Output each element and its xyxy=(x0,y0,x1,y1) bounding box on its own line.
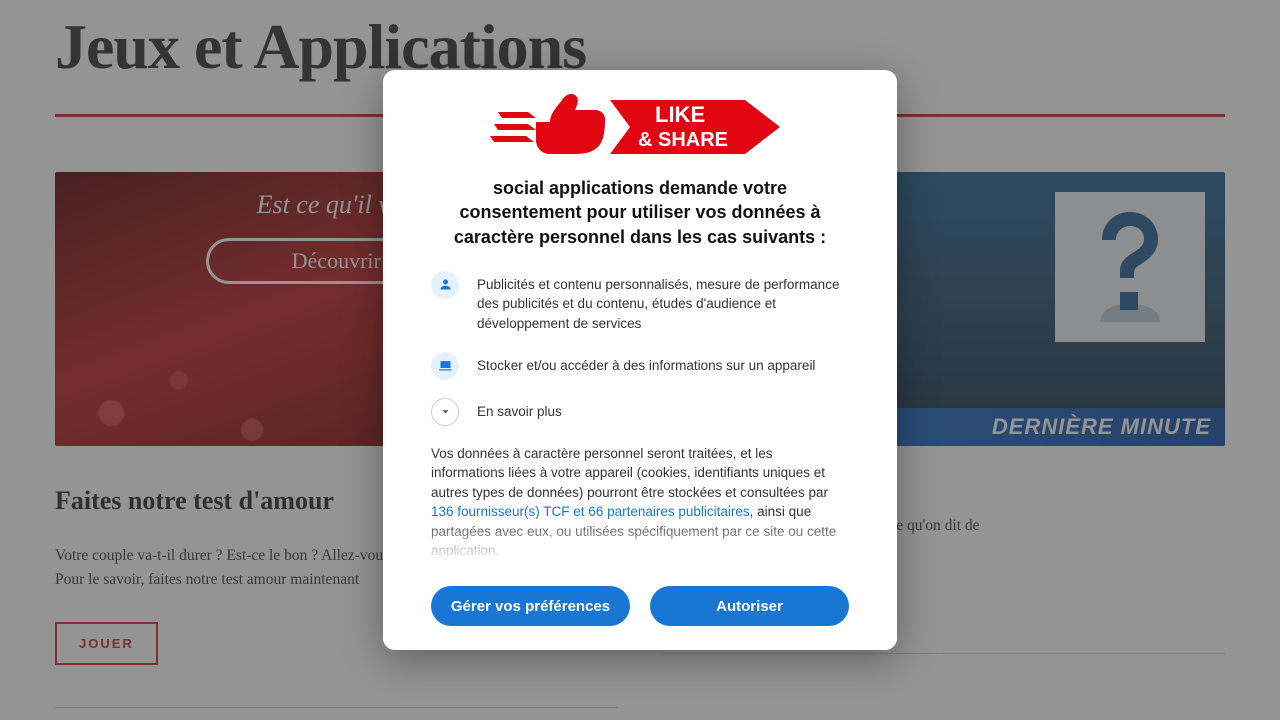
purpose-text: En savoir plus xyxy=(477,398,849,422)
modal-title: social applications demande votre consen… xyxy=(383,176,897,249)
consent-modal: LIKE & SHARE social applications demande… xyxy=(383,70,897,650)
authorize-button[interactable]: Autoriser xyxy=(650,586,849,626)
logo-text-share: & SHARE xyxy=(638,129,728,151)
para-text: Vos données à caractère personnel seront… xyxy=(431,446,828,500)
modal-logo: LIKE & SHARE xyxy=(490,92,790,162)
purpose-text: Stocker et/ou accéder à des informations… xyxy=(477,352,849,376)
logo-text-like: LIKE xyxy=(655,102,705,127)
purpose-row: Stocker et/ou accéder à des informations… xyxy=(431,352,849,380)
modal-body[interactable]: Publicités et contenu personnalisés, mes… xyxy=(383,271,897,562)
vendors-link[interactable]: 136 fournisseur(s) TCF et 66 partenaires… xyxy=(431,504,750,519)
device-icon xyxy=(431,352,459,380)
person-icon xyxy=(431,271,459,299)
purpose-row: Publicités et contenu personnalisés, mes… xyxy=(431,271,849,334)
modal-overlay[interactable]: LIKE & SHARE social applications demande… xyxy=(0,0,1280,720)
purpose-row-expand[interactable]: En savoir plus xyxy=(431,398,849,426)
modal-paragraph: Vos données à caractère personnel seront… xyxy=(431,444,849,561)
like-share-logo-icon: LIKE & SHARE xyxy=(490,92,790,162)
purpose-text: Publicités et contenu personnalisés, mes… xyxy=(477,271,849,334)
modal-footer: Gérer vos préférences Autoriser xyxy=(383,562,897,650)
manage-preferences-button[interactable]: Gérer vos préférences xyxy=(431,586,630,626)
chevron-down-icon xyxy=(431,398,459,426)
